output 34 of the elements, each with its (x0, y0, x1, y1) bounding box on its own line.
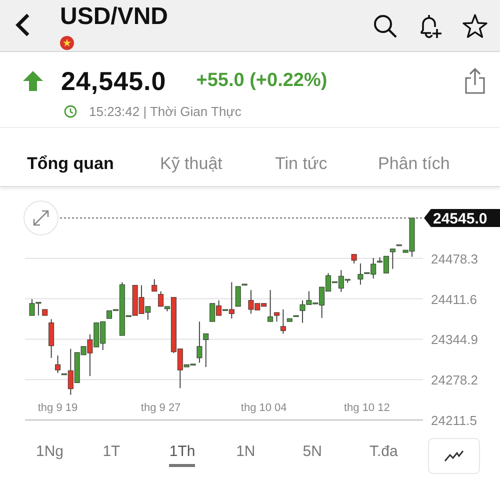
star-icon[interactable] (462, 13, 488, 39)
tab[interactable]: Phân tích (378, 142, 450, 186)
axis-tick-label: thg 9 27 (140, 402, 181, 414)
up-arrow-icon (22, 70, 44, 92)
axis-tick-label: 24344.9 (431, 332, 478, 348)
expand-icon[interactable] (24, 200, 58, 236)
flag-icon (59, 35, 75, 51)
period-tab[interactable]: 5N (294, 437, 362, 474)
period-tab[interactable]: 1Ng (28, 437, 95, 474)
price-tag: 24545.0 (424, 209, 500, 228)
timestamp: 15:23:42 | Thời Gian Thực (89, 104, 242, 119)
axis-tick-label: 24411.6 (431, 292, 478, 307)
search-icon[interactable] (372, 13, 398, 39)
line-chart-icon (444, 450, 464, 462)
price-change: +55.0 (+0.22%) (196, 70, 328, 92)
share-icon[interactable] (464, 67, 486, 95)
period-tab[interactable]: 1N (228, 437, 295, 474)
period-tab[interactable]: 1T (94, 437, 162, 474)
tab[interactable]: Tin tức (275, 142, 378, 186)
candlestick (396, 244, 402, 246)
clock-icon (64, 105, 77, 118)
tab[interactable]: Tổng quan (27, 142, 160, 186)
period-tab[interactable]: T.đa (361, 437, 428, 474)
axis-tick-label: 24211.5 (431, 413, 478, 428)
axis-tick-label: 24478.3 (431, 251, 478, 266)
axis-tick-label: thg 9 19 (38, 402, 78, 414)
axis-tick-label: 24278.2 (431, 372, 478, 388)
window-title: USD/VND (60, 3, 168, 31)
axis-tick-label: thg 10 12 (344, 402, 390, 414)
axis-tick-label: thg 10 04 (240, 402, 287, 414)
period-tab[interactable]: 1Th (161, 437, 228, 474)
price: 24,545.0 (61, 66, 166, 96)
tab[interactable]: Kỹ thuật (160, 142, 275, 186)
chart-type-button[interactable] (428, 438, 480, 474)
